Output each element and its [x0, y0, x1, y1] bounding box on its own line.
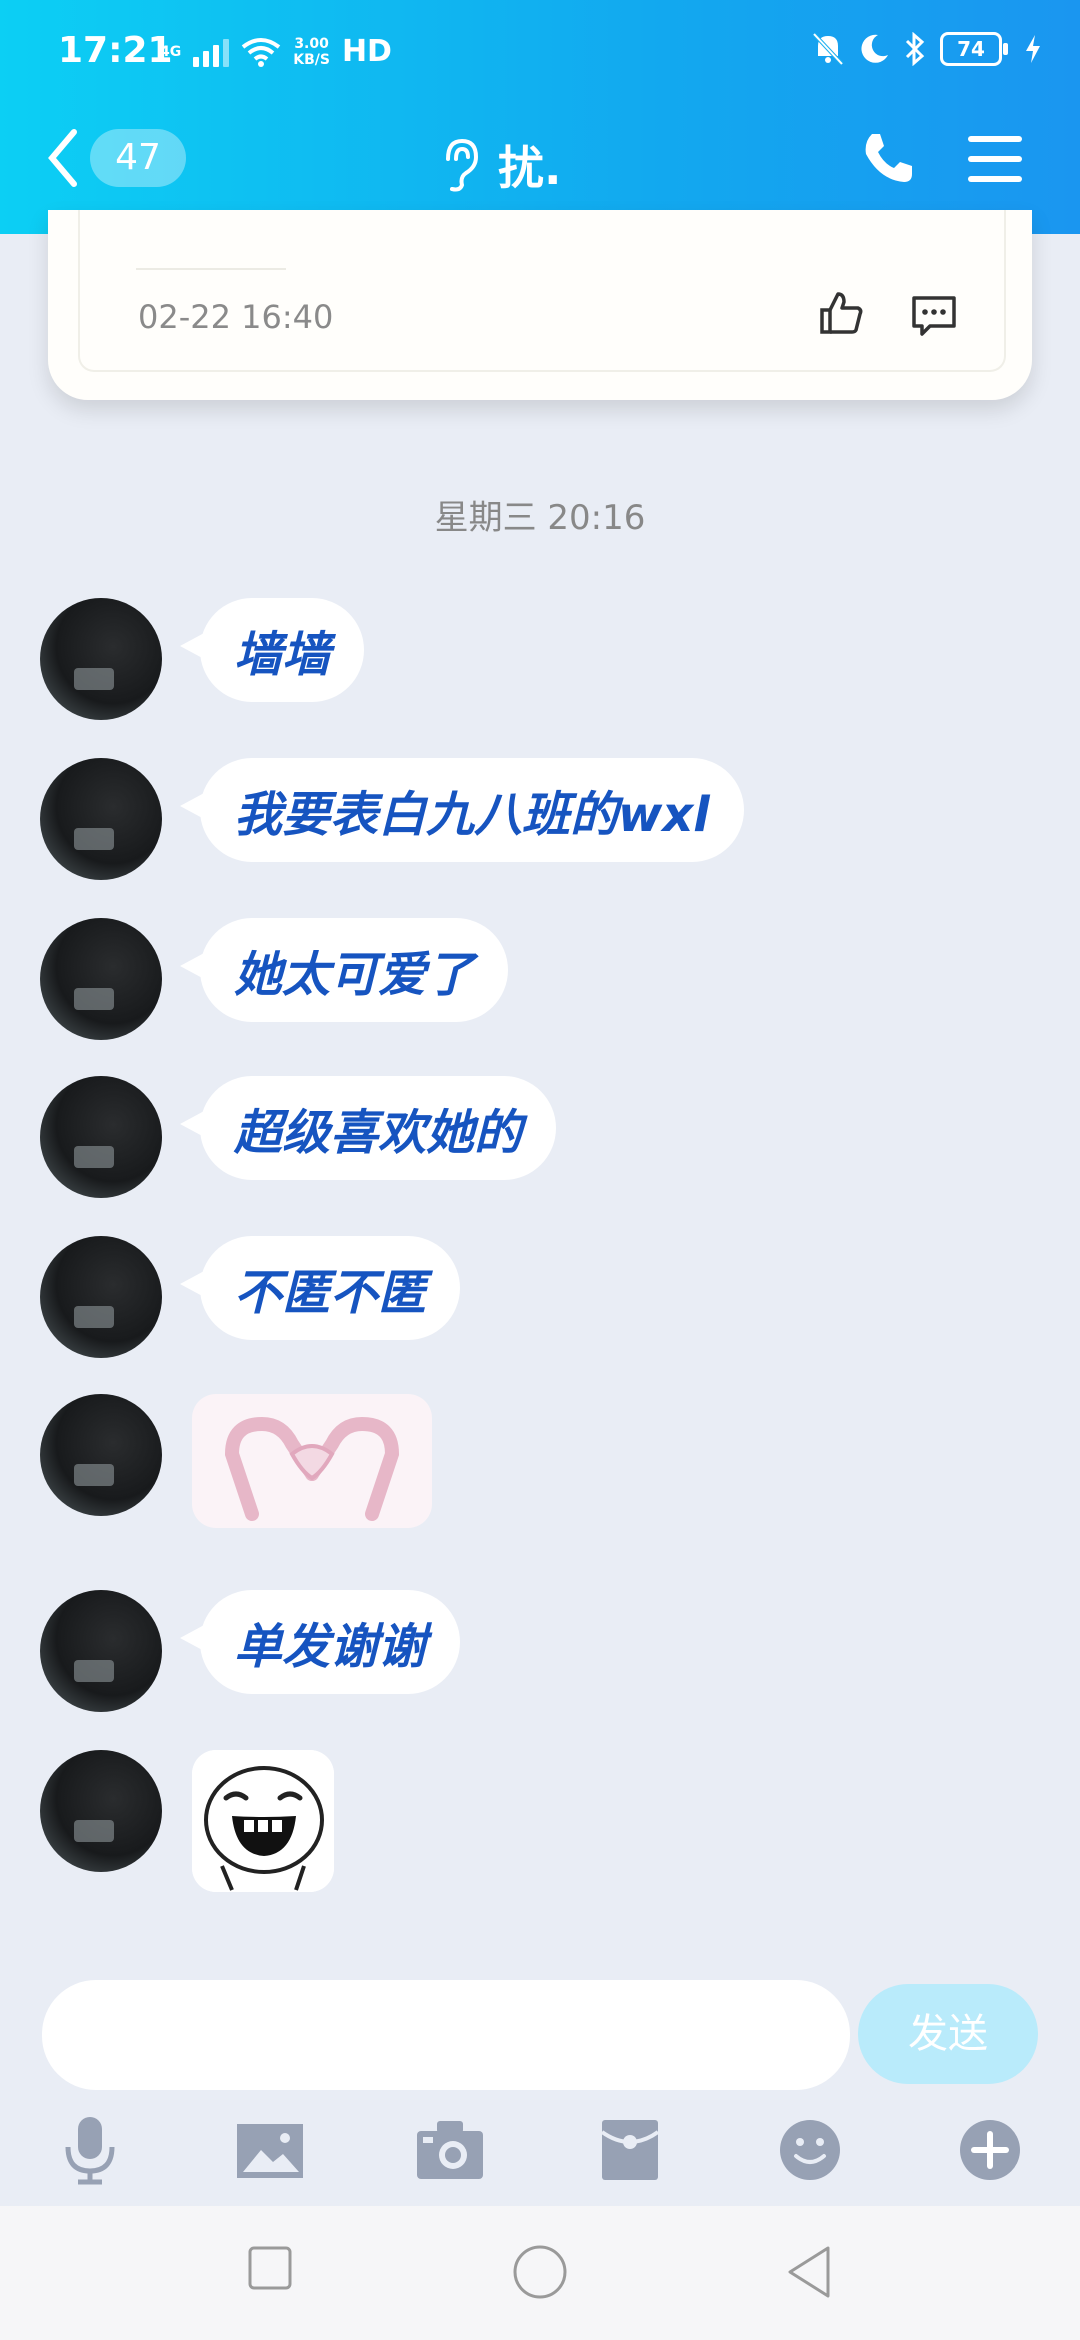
phone-icon [865, 134, 912, 182]
camera-button[interactable] [410, 2110, 490, 2190]
laughing-face-icon [192, 1750, 334, 1892]
avatar[interactable] [40, 598, 162, 720]
post-inner-frame [78, 210, 1006, 372]
signal-icon [193, 37, 230, 67]
square-icon [248, 2246, 292, 2290]
recents-button[interactable] [246, 2244, 294, 2296]
message-bubble[interactable]: 墙墙 [179, 598, 365, 702]
wifi-icon [242, 37, 281, 67]
back-nav-button[interactable] [784, 2244, 834, 2304]
status-time: 17:21 [58, 30, 173, 71]
call-button[interactable] [860, 130, 916, 190]
circle-icon [513, 2245, 567, 2299]
home-button[interactable] [512, 2244, 568, 2304]
bluetooth-icon [905, 32, 925, 66]
voice-button[interactable] [50, 2110, 130, 2190]
hd-indicator: HD [341, 34, 392, 69]
menu-icon [968, 136, 1022, 182]
avatar[interactable] [40, 1236, 162, 1358]
thumbs-up-icon [820, 292, 863, 334]
red-packet-icon [600, 2120, 660, 2180]
image-icon [237, 2124, 303, 2178]
triangle-back-icon [788, 2246, 830, 2298]
avatar[interactable] [40, 1076, 162, 1198]
unread-count-badge: 47 [90, 129, 186, 187]
camera-icon [417, 2121, 483, 2179]
network-speed: 3.00 KB/S [293, 36, 330, 68]
speed-unit: KB/S [293, 51, 330, 68]
chat-name: 扰. [498, 141, 562, 195]
post-divider [136, 268, 286, 270]
red-packet-button[interactable] [590, 2110, 670, 2190]
time-divider: 星期三 20:16 [434, 498, 646, 538]
speed-value: 3.00 [294, 35, 329, 52]
charging-icon [1026, 35, 1040, 63]
message-bubble[interactable]: 单发谢谢 [179, 1590, 461, 1694]
comment-icon [912, 296, 956, 336]
heart-hands-icon [224, 1416, 400, 1521]
message-bubble[interactable]: 不匿不匿 [179, 1236, 461, 1340]
ear-icon [446, 138, 479, 192]
status-bar: 17:21 4G 3.00 KB/S HD 74 [0, 0, 1080, 110]
heart-hands-sticker[interactable] [192, 1394, 432, 1528]
more-button[interactable] [950, 2110, 1030, 2190]
laughing-face-sticker[interactable] [192, 1750, 334, 1892]
message-bubble[interactable]: 超级喜欢她的 [179, 1076, 557, 1180]
back-button[interactable]: 47 [46, 128, 186, 188]
avatar[interactable] [40, 758, 162, 880]
message-bubble[interactable]: 我要表白九八班的wxl [180, 758, 744, 862]
message-input[interactable] [42, 1980, 850, 2090]
chat-title: 扰. [440, 132, 561, 198]
like-button[interactable] [818, 290, 864, 340]
network-type: 4G [160, 43, 182, 60]
post-card[interactable]: 02-22 16:40 [48, 210, 1032, 400]
avatar[interactable] [40, 1590, 162, 1712]
status-icons: 74 [812, 32, 1042, 66]
moon-icon [861, 34, 888, 63]
network-status: 4G 3.00 KB/S HD [160, 34, 392, 69]
system-nav-bar [0, 2206, 1080, 2340]
top-header: 17:21 4G 3.00 KB/S HD 74 47 扰. [0, 0, 1080, 234]
post-time: 02-22 16:40 [138, 298, 334, 336]
chevron-left-icon [48, 129, 77, 187]
plus-icon [960, 2120, 1020, 2180]
send-button[interactable]: 发送 [858, 1984, 1038, 2084]
message-bubble[interactable]: 她太可爱了 [179, 918, 509, 1022]
emoji-icon [780, 2120, 840, 2180]
photo-button[interactable] [230, 2110, 310, 2190]
avatar[interactable] [40, 918, 162, 1040]
emoji-button[interactable] [770, 2110, 850, 2190]
input-toolbar [0, 2110, 1080, 2190]
mic-icon [65, 2117, 115, 2185]
menu-button[interactable] [968, 136, 1022, 196]
avatar[interactable] [40, 1750, 162, 1872]
comment-button[interactable] [910, 294, 958, 340]
battery-indicator: 74 [940, 32, 1008, 66]
mute-bell-icon [812, 32, 844, 66]
avatar[interactable] [40, 1394, 162, 1516]
